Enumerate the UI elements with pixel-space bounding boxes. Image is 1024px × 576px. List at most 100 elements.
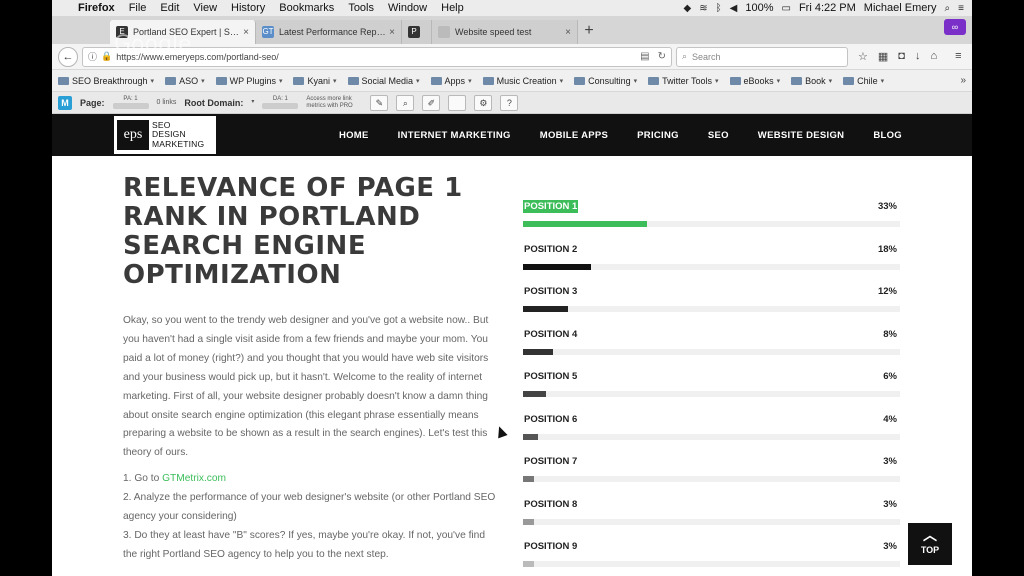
- position-bar-row: POSITION 7 3%: [523, 455, 900, 498]
- nav-website-design[interactable]: WEBSITE DESIGN: [758, 130, 845, 141]
- position-label: POSITION 6: [524, 413, 578, 425]
- notification-center-icon[interactable]: ≡: [958, 3, 964, 14]
- folder-icon: [729, 76, 741, 85]
- wifi-icon[interactable]: ≋: [699, 3, 707, 14]
- bookmark-folder-seo-breakthrough[interactable]: SEO Breakthrough ▾: [58, 76, 154, 86]
- progress-track: [523, 306, 900, 312]
- bookmark-folder-twitter-tools[interactable]: Twitter Tools ▾: [648, 76, 719, 86]
- volume-icon[interactable]: ◀: [730, 3, 738, 14]
- caret-icon: ▾: [332, 77, 337, 85]
- bookmark-folder-social-media[interactable]: Social Media ▾: [347, 76, 420, 86]
- close-icon[interactable]: ×: [243, 27, 249, 38]
- folder-icon: [648, 76, 660, 85]
- position-percent: 12%: [877, 286, 897, 297]
- domain-authority: DA: 1: [272, 96, 288, 102]
- bookmark-star-icon[interactable]: ☆: [858, 50, 868, 63]
- chevron-up-icon: ︿: [923, 527, 937, 543]
- battery-percent[interactable]: 100%: [745, 2, 773, 14]
- menu-tools[interactable]: Tools: [348, 2, 374, 14]
- download-icon[interactable]: ↓: [915, 50, 921, 63]
- bookmark-folder-music-creation[interactable]: Music Creation ▾: [482, 75, 563, 86]
- home-icon[interactable]: ⌂: [930, 50, 937, 63]
- pocket-icon[interactable]: ◘: [898, 50, 905, 63]
- folder-icon: [843, 76, 855, 85]
- back-to-top-button[interactable]: ︿ TOP: [908, 523, 952, 565]
- lock-icon[interactable]: 🔒: [101, 51, 112, 62]
- reading-list-icon[interactable]: ▦: [878, 50, 888, 63]
- close-icon[interactable]: ×: [565, 27, 571, 38]
- step-1: 1. Go to GTMetrix.com: [123, 470, 501, 489]
- bookmark-label: SEO Breakthrough: [72, 75, 148, 86]
- nav-mobile-apps[interactable]: MOBILE APPS: [540, 130, 608, 141]
- favicon-icon: [438, 26, 450, 38]
- nav-seo[interactable]: SEO: [708, 130, 729, 141]
- bookmark-folder-apps[interactable]: Apps ▾: [430, 76, 472, 86]
- search-input[interactable]: ⌕ Search: [676, 46, 848, 67]
- nav-blog[interactable]: BLOG: [873, 130, 902, 141]
- wrench-icon[interactable]: ✎: [370, 94, 389, 111]
- nav-pricing[interactable]: PRICING: [637, 130, 679, 141]
- menu-window[interactable]: Window: [388, 2, 427, 14]
- dropdown-icon[interactable]: ▾: [251, 99, 254, 106]
- tab-performance-report[interactable]: GT Latest Performance Report ... ×: [256, 20, 402, 44]
- menu-file[interactable]: File: [129, 2, 147, 14]
- bookmark-label: ASO: [179, 75, 199, 86]
- bookmark-label: Music Creation: [496, 75, 557, 86]
- close-icon[interactable]: ×: [389, 27, 395, 38]
- position-bar-row: POSITION 1 33%: [523, 200, 900, 243]
- menu-edit[interactable]: Edit: [160, 2, 179, 14]
- reload-icon[interactable]: ↻: [658, 51, 666, 62]
- magnifier-icon[interactable]: ⌕: [396, 94, 415, 111]
- new-tab-button[interactable]: +: [578, 20, 600, 44]
- back-button[interactable]: ←: [58, 46, 78, 67]
- bookmark-folder-aso[interactable]: ASO ▾: [165, 76, 205, 86]
- logo-text-line: DESIGN: [152, 129, 186, 140]
- caret-icon: ▾: [416, 77, 420, 85]
- caret-icon: ▾: [278, 77, 283, 85]
- bookmark-folder-ebooks[interactable]: eBooks ▾: [729, 76, 780, 86]
- position-bar-row: POSITION 9 3%: [523, 540, 900, 576]
- bookmark-folder-kyani[interactable]: Kyani ▾: [293, 76, 337, 86]
- menu-view[interactable]: View: [193, 2, 217, 14]
- site-logo[interactable]: eps SEO DESIGN MARKETING: [114, 116, 216, 154]
- info-icon[interactable]: ⓘ: [88, 50, 97, 63]
- pro-metrics-link[interactable]: Access more link metrics with PRO: [306, 96, 362, 110]
- caret-icon: ▾: [201, 77, 205, 85]
- menu-icon[interactable]: ≡: [955, 50, 961, 63]
- bookmark-folder-chile[interactable]: Chile ▾: [843, 76, 884, 86]
- bookmark-folder-book[interactable]: Book ▾: [791, 76, 832, 86]
- folder-icon: [58, 76, 69, 85]
- bookmark-label: Chile: [857, 75, 878, 86]
- dropbox-icon[interactable]: ◆: [684, 3, 692, 14]
- links-count: 0 links: [156, 99, 177, 106]
- user-name[interactable]: Michael Emery: [864, 2, 937, 14]
- private-browsing-icon: ∞: [944, 19, 966, 35]
- nav-home[interactable]: HOME: [339, 130, 369, 141]
- gtmetrix-link[interactable]: GTMetrix.com: [162, 473, 226, 484]
- bookmark-folder-consulting[interactable]: Consulting ▾: [574, 76, 637, 86]
- menu-bookmarks[interactable]: Bookmarks: [279, 2, 334, 14]
- bookmark-folder-wp-plugins[interactable]: WP Plugins ▾: [215, 76, 283, 86]
- settings-gear-icon[interactable]: ⚙: [474, 94, 493, 111]
- tab-website-speed-test[interactable]: Website speed test ×: [432, 20, 578, 44]
- position-percent: 3%: [883, 498, 897, 510]
- progress-fill: [523, 518, 535, 525]
- moz-logo-icon[interactable]: M: [58, 95, 72, 110]
- bluetooth-icon[interactable]: ᛒ: [716, 3, 722, 14]
- spotlight-icon[interactable]: ⌕: [945, 3, 951, 14]
- nav-internet-marketing[interactable]: INTERNET MARKETING: [398, 130, 511, 141]
- tab-pinned[interactable]: P: [402, 20, 432, 44]
- help-icon[interactable]: ?: [500, 94, 519, 111]
- clock[interactable]: Fri 4:22 PM: [799, 2, 856, 14]
- more-bookmarks-icon[interactable]: »: [960, 75, 966, 86]
- position-percent: 6%: [883, 371, 897, 382]
- menu-help[interactable]: Help: [441, 2, 464, 14]
- page-icon[interactable]: [448, 94, 467, 111]
- reader-view-icon[interactable]: ▤: [640, 51, 649, 62]
- menu-history[interactable]: History: [231, 2, 265, 14]
- steps-list: 1. Go to GTMetrix.com 2. Analyze the per…: [123, 470, 501, 565]
- bookmark-label: Consulting: [588, 75, 631, 86]
- app-menu[interactable]: Firefox: [78, 2, 115, 14]
- highlighter-icon[interactable]: ✐: [422, 94, 441, 111]
- tab-label: Latest Performance Report ...: [279, 27, 387, 37]
